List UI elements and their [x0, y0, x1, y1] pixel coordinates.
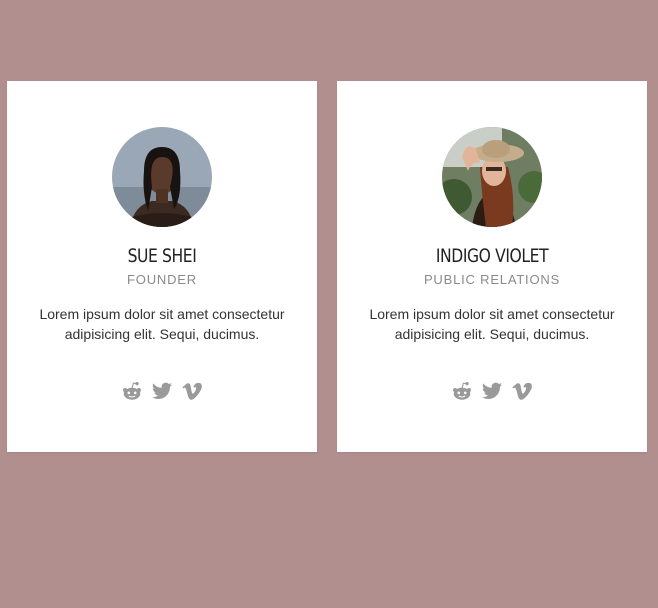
vimeo-icon[interactable]	[511, 380, 533, 402]
avatar	[442, 127, 542, 227]
member-description: Lorem ipsum dolor sit amet consectetur a…	[39, 306, 285, 342]
member-name: INDIGO VIOLET	[435, 245, 549, 267]
member-name: SUE SHEI	[127, 245, 197, 267]
reddit-icon[interactable]	[451, 380, 473, 402]
social-links	[337, 380, 647, 402]
reddit-icon[interactable]	[121, 380, 143, 402]
member-description: Lorem ipsum dolor sit amet consectetur a…	[369, 306, 615, 342]
twitter-icon[interactable]	[151, 380, 173, 402]
member-role: PUBLIC RELATIONS	[423, 272, 561, 287]
avatar	[112, 127, 212, 227]
team-card: SUE SHEI FOUNDER Lorem ipsum dolor sit a…	[7, 81, 317, 452]
social-links	[7, 380, 317, 402]
vimeo-icon[interactable]	[181, 380, 203, 402]
team-card: INDIGO VIOLET PUBLIC RELATIONS Lorem ips…	[337, 81, 647, 452]
twitter-icon[interactable]	[481, 380, 503, 402]
member-role: FOUNDER	[127, 272, 197, 287]
